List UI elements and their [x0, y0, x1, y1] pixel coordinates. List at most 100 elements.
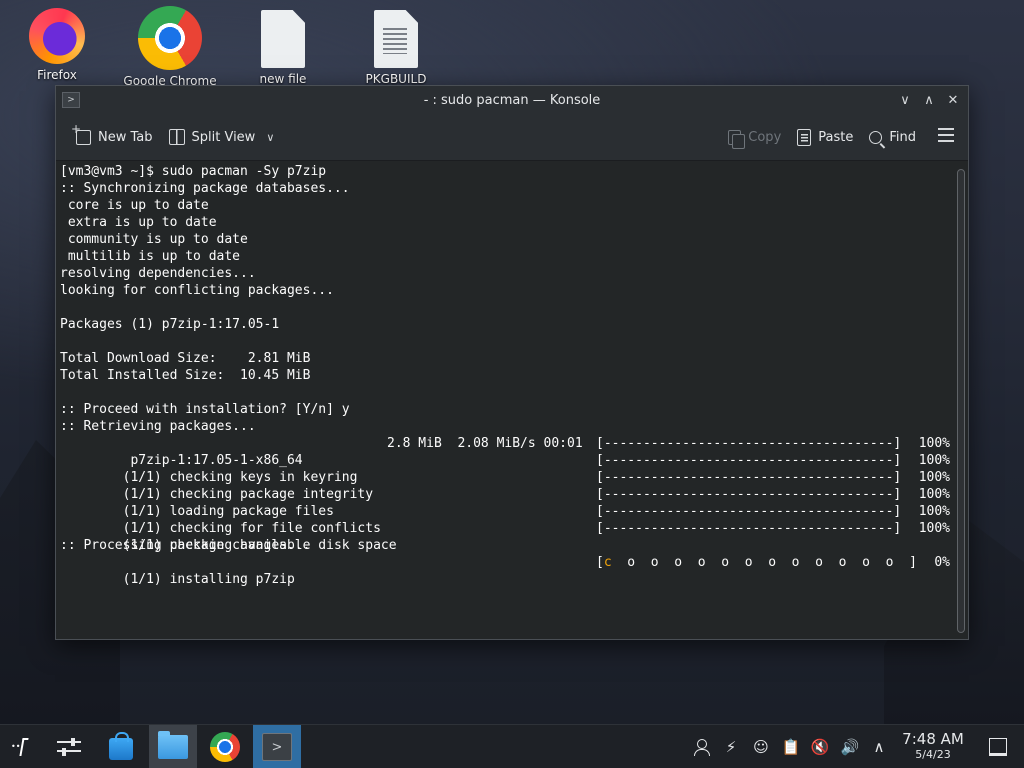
- download-stats: 2.8 MiB 2.08 MiB/s 00:01: [387, 436, 583, 451]
- terminal-line: core is up to date: [60, 198, 209, 213]
- terminal-line: Packages (1) p7zip-1:17.05-1: [60, 317, 280, 332]
- terminal-line: :: Synchronizing package databases...: [60, 181, 350, 196]
- clock-time: 7:48 AM: [902, 730, 964, 748]
- terminal-line: community is up to date: [60, 232, 248, 247]
- paste-button[interactable]: Paste: [789, 122, 861, 152]
- progress-row: (1/1) checking for file conflicts [-----…: [56, 503, 954, 536]
- terminal-line: :: Proceed with installation? [Y/n] y: [60, 402, 350, 417]
- new-tab-icon: [71, 122, 91, 145]
- toolbar: New Tab Split View ∨ Copy Paste Find: [56, 114, 968, 161]
- window-controls: ∨ ∧ ✕: [894, 90, 964, 110]
- digital-clock[interactable]: 7:48 AM 5/4/23: [895, 731, 971, 762]
- paste-label: Paste: [818, 129, 854, 145]
- document-icon: [374, 10, 418, 68]
- konsole-window[interactable]: > - : sudo pacman — Konsole ∨ ∧ ✕ New Ta…: [55, 85, 969, 640]
- terminal-line: looking for conflicting packages...: [60, 283, 334, 298]
- progress-row-label: (1/1) checking available disk space: [122, 538, 397, 553]
- terminal-line: resolving dependencies...: [60, 266, 256, 281]
- split-view-button[interactable]: Split View ∨: [161, 122, 283, 152]
- progress-bar: [-------------------------------------]: [596, 521, 902, 536]
- tray-mute-icon[interactable]: 🔇: [809, 725, 831, 768]
- download-progress-row: p7zip-1:17.05-1-x86_64 2.8 MiB 2.08 MiB/…: [56, 435, 954, 468]
- tray-user-icon[interactable]: [690, 725, 712, 768]
- window-title: - : sudo pacman — Konsole: [423, 92, 601, 108]
- progress-row: (1/1) checking keys in keyring [--------…: [56, 452, 954, 485]
- terminal-line: Total Installed Size: 10.45 MiB: [60, 368, 311, 383]
- new-tab-button[interactable]: New Tab: [68, 122, 161, 152]
- progress-bar: [-------------------------------------]: [596, 504, 902, 519]
- install-bar-dots: o o o o o o o o o o o o ]: [611, 555, 917, 570]
- tray-accessibility-icon[interactable]: ☺: [750, 725, 772, 768]
- progress-percent: 100%: [918, 453, 950, 468]
- copy-icon: [728, 129, 746, 149]
- install-progress-bar: [c o o o o o o o o o o o o ]: [596, 554, 917, 571]
- desktop-icon-new-file[interactable]: new file: [233, 6, 333, 92]
- new-tab-label: New Tab: [98, 129, 153, 145]
- pacman-glyph: c: [603, 555, 612, 570]
- progress-bar: [-------------------------------------]: [596, 470, 902, 485]
- maximize-button[interactable]: ∧: [918, 90, 940, 110]
- tray-volume-icon[interactable]: 🔊: [839, 725, 861, 768]
- file-icon: [261, 10, 305, 68]
- progress-row: (1/1) checking package integrity [------…: [56, 469, 954, 502]
- copy-button[interactable]: Copy: [720, 122, 789, 152]
- find-label: Find: [889, 129, 916, 145]
- terminal-line: multilib is up to date: [60, 249, 241, 264]
- search-icon: [869, 130, 883, 144]
- install-row-label: (1/1) installing p7zip: [122, 572, 295, 587]
- progress-row: (1/1) loading package files [-----------…: [56, 486, 954, 519]
- sliders-icon: [57, 738, 81, 756]
- folder-icon: [158, 731, 188, 759]
- progress-percent: 100%: [918, 487, 950, 502]
- clock-date: 5/4/23: [915, 748, 951, 761]
- taskbar-system-settings[interactable]: [45, 725, 93, 768]
- chevron-down-icon: ∨: [266, 130, 275, 144]
- terminal-scrollbar[interactable]: [954, 161, 968, 639]
- taskbar-chrome[interactable]: [201, 725, 249, 768]
- steamdeck-launcher-icon: [11, 736, 35, 758]
- show-desktop-icon[interactable]: [989, 738, 1007, 756]
- copy-label: Copy: [748, 129, 782, 145]
- taskbar-konsole[interactable]: >: [253, 725, 301, 768]
- terminal-line: extra is up to date: [60, 215, 217, 230]
- download-percent: 100%: [918, 436, 950, 451]
- taskbar: > ⚡ ☺ 📋 🔇 🔊 ∧ 7:48 AM 5/4/23: [0, 724, 1024, 768]
- taskbar-discover-store[interactable]: [97, 725, 145, 768]
- desktop-icon-label: Firefox: [37, 68, 77, 82]
- terminal-line: [vm3@vm3 ~]$ sudo pacman -Sy p7zip: [60, 164, 327, 179]
- install-percent: 0%: [934, 555, 950, 570]
- split-view-label: Split View: [191, 129, 256, 145]
- tray-clipboard-icon[interactable]: 📋: [780, 725, 802, 768]
- tray-update-icon[interactable]: ⚡: [720, 725, 742, 768]
- tray-expand-icon[interactable]: ∧: [868, 725, 890, 768]
- application-launcher-button[interactable]: [0, 725, 48, 768]
- hamburger-menu-icon[interactable]: [938, 128, 954, 142]
- user-icon: [694, 739, 710, 756]
- progress-percent: 100%: [918, 521, 950, 536]
- desktop-icon-firefox[interactable]: Firefox: [7, 6, 107, 92]
- scrollbar-thumb[interactable]: [957, 169, 965, 633]
- desktop-icon-chrome[interactable]: Google Chrome: [120, 6, 220, 92]
- find-button[interactable]: Find: [861, 122, 924, 152]
- progress-percent: 100%: [918, 504, 950, 519]
- terminal-line: Total Download Size: 2.81 MiB: [60, 351, 311, 366]
- close-button[interactable]: ✕: [942, 90, 964, 110]
- desktop-icon-pkgbuild[interactable]: PKGBUILD: [346, 6, 446, 92]
- store-bag-icon: [109, 732, 133, 760]
- taskbar-file-manager[interactable]: [149, 725, 197, 768]
- install-progress-row: (1/1) installing p7zip [c o o o o o o o …: [56, 554, 954, 587]
- download-progress-bar: [-------------------------------------]: [596, 436, 902, 451]
- titlebar[interactable]: > - : sudo pacman — Konsole ∨ ∧ ✕: [56, 86, 968, 114]
- split-view-icon: [168, 129, 185, 145]
- desktop-icon-label: new file: [259, 72, 307, 86]
- firefox-icon: [29, 8, 85, 64]
- konsole-icon: >: [262, 733, 292, 761]
- minimize-button[interactable]: ∨: [894, 90, 916, 110]
- progress-row: (1/1) checking available disk space [---…: [56, 520, 954, 553]
- konsole-app-icon[interactable]: >: [62, 92, 80, 108]
- terminal-line: :: Retrieving packages...: [60, 419, 256, 434]
- terminal-output[interactable]: [vm3@vm3 ~]$ sudo pacman -Sy p7zip :: Sy…: [56, 161, 954, 639]
